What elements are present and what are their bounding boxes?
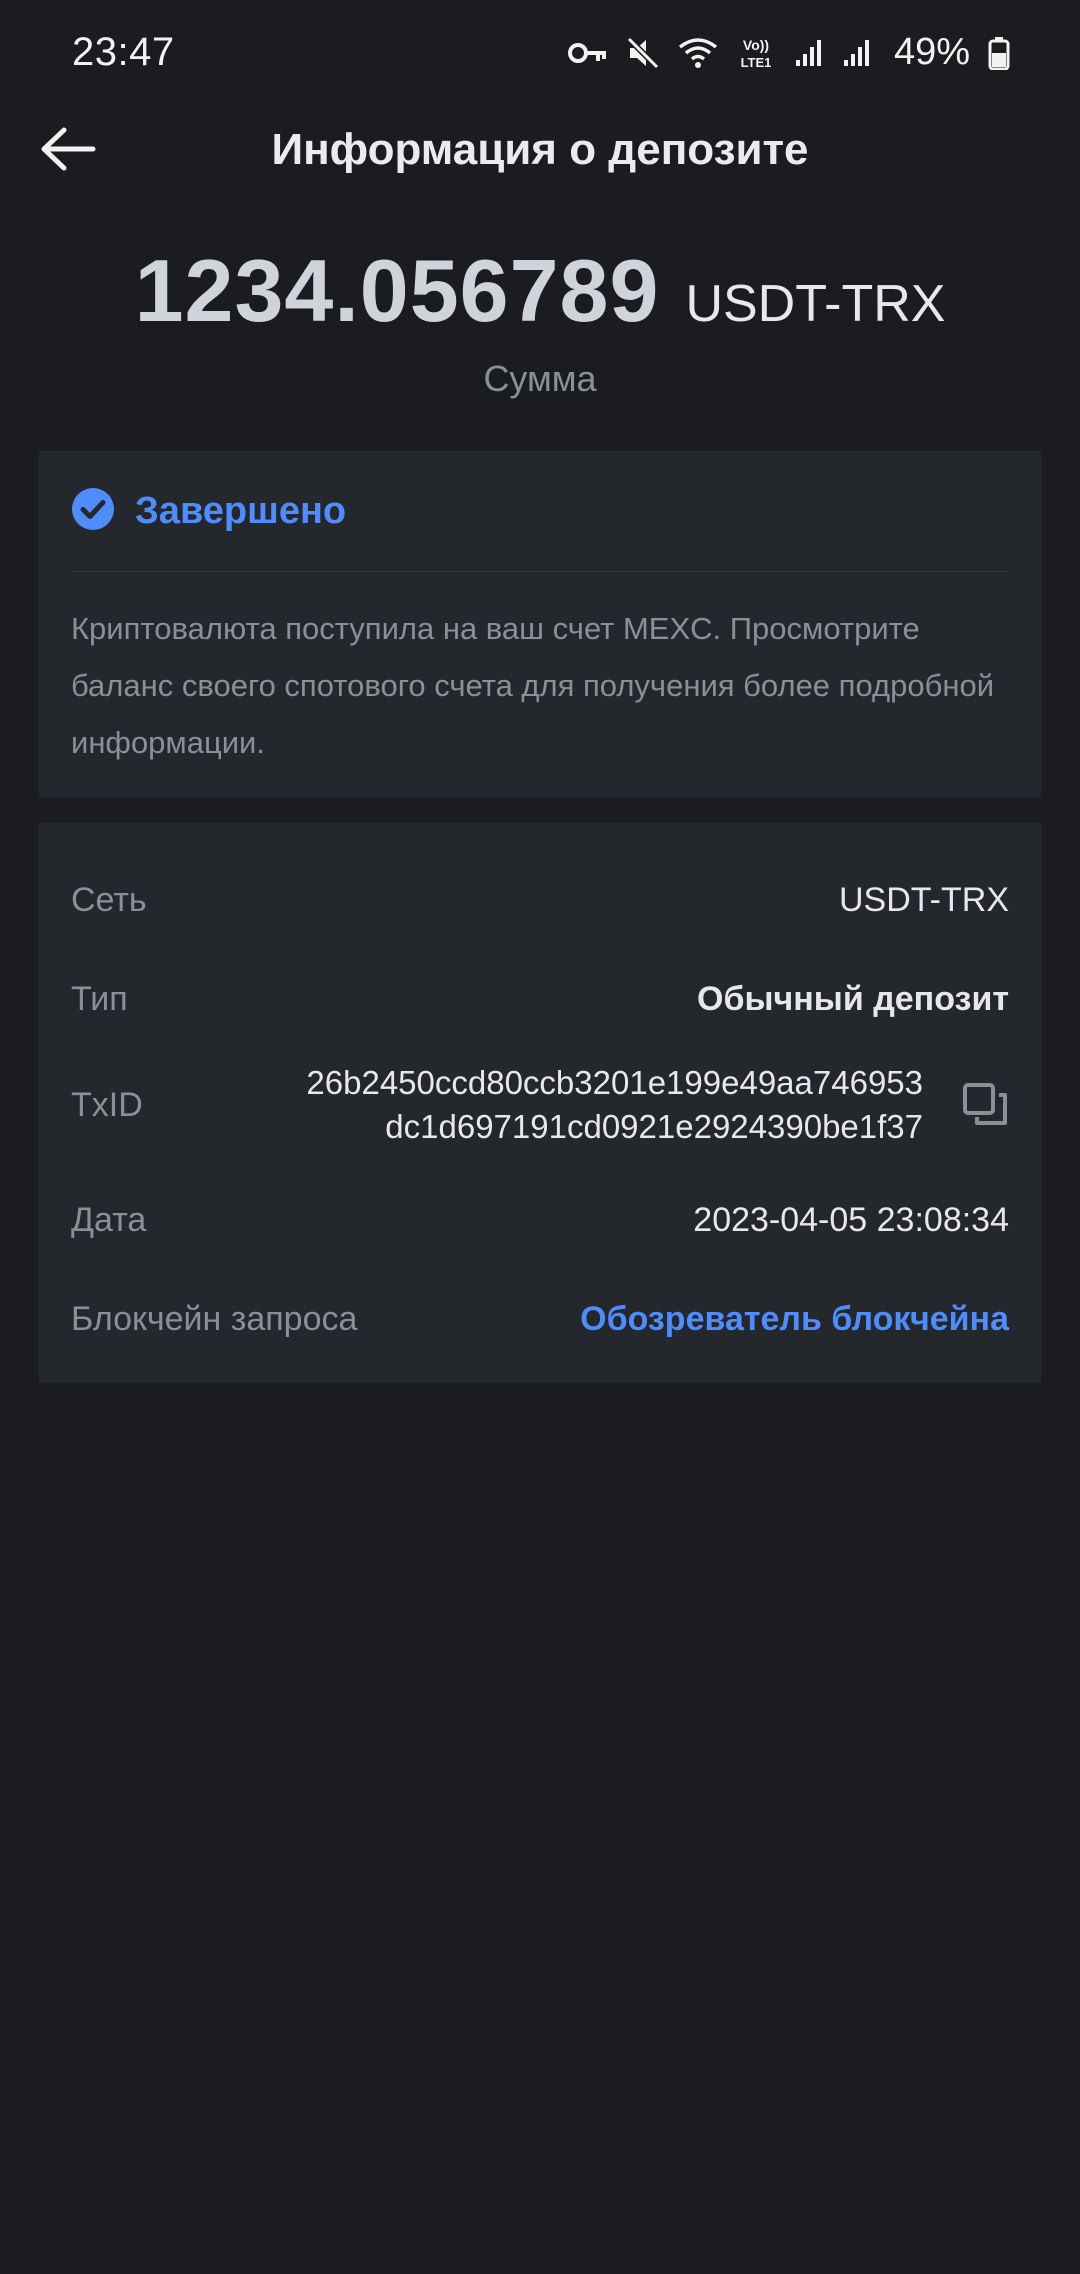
type-value: Обычный депозит — [697, 980, 1009, 1018]
signal-icon-2 — [842, 38, 872, 68]
status-title: Завершено — [135, 489, 347, 532]
status-header: Завершено — [71, 451, 1009, 572]
wifi-icon — [678, 37, 718, 69]
txid-label: TxID — [71, 1085, 143, 1124]
amount-value: 1234.056789 — [134, 241, 660, 340]
amount-row: 1234.056789 USDT-TRX — [0, 240, 1080, 342]
detail-row-date: Дата 2023-04-05 23:08:34 — [71, 1201, 1009, 1240]
detail-row-explorer: Блокчейн запроса Обозреватель блокчейна — [71, 1300, 1009, 1339]
status-card: Завершено Криптовалюта поступила на ваш … — [39, 451, 1041, 798]
amount-currency: USDT-TRX — [685, 275, 946, 333]
status-bar: 23:47 Vo)) LTE1 49% — [0, 0, 1080, 105]
svg-text:LTE1: LTE1 — [741, 55, 772, 70]
status-description: Криптовалюта поступила на ваш счет MEXC.… — [71, 611, 995, 760]
copy-button[interactable] — [961, 1081, 1009, 1129]
volte-icon: Vo)) LTE1 — [736, 36, 776, 70]
detail-row-type: Тип Обычный депозит — [71, 980, 1009, 1019]
explorer-label: Блокчейн запроса — [71, 1300, 358, 1338]
amount-section: 1234.056789 USDT-TRX Сумма — [0, 240, 1080, 400]
network-label: Сеть — [71, 881, 147, 919]
battery-icon — [988, 36, 1010, 70]
page-title: Информация о депозите — [271, 125, 809, 174]
app-header: Информация о депозите — [0, 105, 1080, 195]
detail-row-network: Сеть USDT-TRX — [71, 881, 1009, 920]
network-value: USDT-TRX — [839, 881, 1009, 919]
date-label: Дата — [71, 1201, 147, 1239]
key-icon — [567, 41, 608, 65]
signal-icon — [794, 38, 824, 68]
txid-value: 26b2450ccd80ccb3201e199e49aa746953 dc1d6… — [306, 1061, 923, 1149]
mute-icon — [626, 36, 660, 70]
battery-percent: 49% — [893, 31, 970, 73]
copy-icon — [963, 1083, 1007, 1125]
svg-text:Vo)): Vo)) — [743, 37, 769, 53]
check-circle-icon — [71, 487, 115, 536]
txid-line-1: 26b2450ccd80ccb3201e199e49aa746953 — [306, 1064, 923, 1101]
txid-line-2: dc1d697191cd0921e2924390be1f37 — [385, 1108, 923, 1145]
back-button[interactable] — [36, 119, 100, 183]
txid-wrap: 26b2450ccd80ccb3201e199e49aa746953 dc1d6… — [306, 1061, 1009, 1149]
date-value: 2023-04-05 23:08:34 — [693, 1201, 1009, 1239]
detail-row-txid: TxID 26b2450ccd80ccb3201e199e49aa746953 … — [71, 1061, 1009, 1149]
blockchain-explorer-link[interactable]: Обозреватель блокчейна — [580, 1300, 1009, 1339]
type-label: Тип — [71, 980, 128, 1018]
status-icons: Vo)) LTE1 49% — [567, 31, 1010, 74]
arrow-left-icon — [40, 127, 96, 176]
status-time: 23:47 — [72, 30, 175, 74]
details-card: Сеть USDT-TRX Тип Обычный депозит TxID 2… — [39, 823, 1041, 1383]
amount-label: Сумма — [483, 358, 597, 399]
